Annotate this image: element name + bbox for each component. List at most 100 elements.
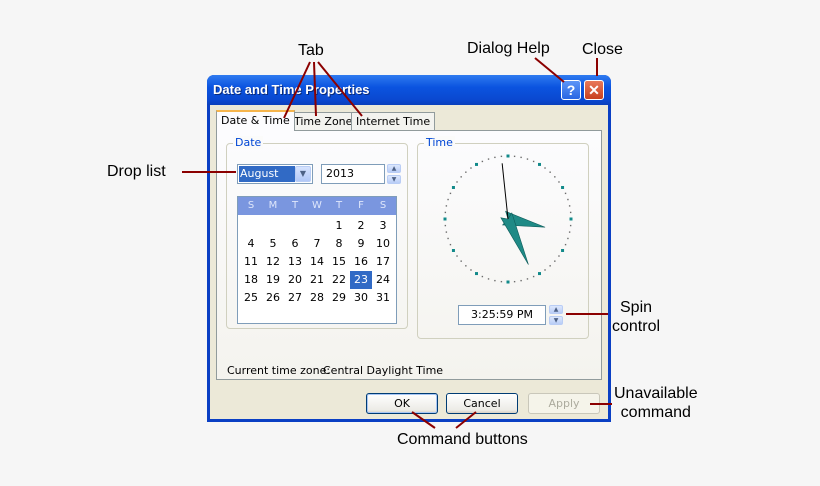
calendar-day[interactable]: 31 <box>372 289 394 307</box>
calendar-day[interactable]: 9 <box>350 235 372 253</box>
calendar-day[interactable]: 18 <box>240 271 262 289</box>
calendar-day[interactable]: 21 <box>306 271 328 289</box>
clock-minute-mark <box>465 265 467 267</box>
clock-minute-mark <box>500 155 503 158</box>
time-group-label: Time <box>424 136 455 149</box>
weekday-header-cell: T <box>291 200 299 211</box>
clock-minute-mark <box>445 231 448 233</box>
clock-hour-mark <box>561 249 565 252</box>
title-bar[interactable]: Date and Time Properties ? ✕ <box>207 75 611 105</box>
calendar-day[interactable]: 15 <box>328 253 350 271</box>
calendar-day[interactable]: 11 <box>240 253 262 271</box>
calendar-day[interactable]: 10 <box>372 235 394 253</box>
callout-unavailable-line1: Unavailable <box>614 385 698 402</box>
weekday-header-cell: M <box>268 200 278 211</box>
clock-minute-mark <box>487 278 490 280</box>
callout-spin-control: Spin control <box>612 298 660 336</box>
spin-down-icon[interactable]: ▼ <box>387 175 401 184</box>
date-group-label: Date <box>233 136 264 149</box>
month-selected-value: August <box>239 166 295 182</box>
tab-panel-date-time: Date August ▼ 2013 ▲ ▼ SMTWTFS 123456789… <box>216 130 602 380</box>
time-input[interactable]: 3:25:59 PM <box>458 305 546 325</box>
calendar-day[interactable]: 8 <box>328 235 350 253</box>
calendar-day-selected[interactable]: 23 <box>350 271 372 289</box>
clock-minute-mark <box>460 176 462 178</box>
calendar-day[interactable]: 25 <box>240 289 262 307</box>
clock-minute-mark <box>481 160 484 163</box>
weekday-header-cell: W <box>312 200 322 211</box>
chevron-down-icon[interactable]: ▼ <box>295 166 311 182</box>
clock-minute-mark <box>544 269 546 271</box>
calendar-day[interactable]: 28 <box>306 289 328 307</box>
callout-unavailable-command: Unavailable command <box>614 384 698 422</box>
calendar-day[interactable]: 22 <box>328 271 350 289</box>
clock-minute-mark <box>470 269 472 271</box>
help-button[interactable]: ? <box>561 80 581 100</box>
analog-clock <box>438 149 578 289</box>
spin-up-icon[interactable]: ▲ <box>387 164 401 173</box>
month-calendar[interactable]: SMTWTFS 1 2 3 4 5 6 7 8 9 10 11 12 13 14 15 16 17 18 19 20 2… <box>237 196 397 324</box>
ok-button[interactable]: OK <box>366 393 438 414</box>
time-group: Time 3:25:59 PM ▲ ▼ <box>417 136 589 339</box>
tab-internet-time[interactable]: Internet Time <box>351 112 436 131</box>
clock-hour-mark <box>443 217 447 221</box>
calendar-day[interactable]: 12 <box>262 253 284 271</box>
date-group: Date August ▼ 2013 ▲ ▼ SMTWTFS 123456789… <box>226 136 408 329</box>
calendar-day[interactable]: 2 <box>350 217 372 235</box>
spin-up-icon[interactable]: ▲ <box>549 305 563 314</box>
tab-time-zone[interactable]: Time Zone <box>289 112 358 131</box>
calendar-day[interactable]: 14 <box>306 253 328 271</box>
spin-down-icon[interactable]: ▼ <box>549 316 563 325</box>
clock-hour-mark <box>475 272 478 276</box>
cancel-button[interactable]: Cancel <box>446 393 518 414</box>
calendar-day[interactable]: 26 <box>262 289 284 307</box>
calendar-day[interactable]: 17 <box>372 253 394 271</box>
clock-minute-mark <box>487 158 490 160</box>
tab-date-time[interactable]: Date & Time <box>216 110 295 131</box>
calendar-day[interactable]: 3 <box>372 217 394 235</box>
clock-hour-mark <box>506 280 510 284</box>
calendar-day[interactable]: 30 <box>350 289 372 307</box>
calendar-day[interactable]: 29 <box>328 289 350 307</box>
close-button[interactable]: ✕ <box>584 80 604 100</box>
clock-minute-mark <box>558 255 560 257</box>
calendar-day[interactable]: 20 <box>284 271 306 289</box>
calendar-day[interactable]: 6 <box>284 235 306 253</box>
callout-unavailable-line2: command <box>620 404 691 421</box>
clock-hour-mark <box>451 186 455 189</box>
callout-dialog-help: Dialog Help <box>467 40 550 57</box>
calendar-day[interactable]: 5 <box>262 235 284 253</box>
clock-minute-mark <box>456 255 458 257</box>
weekday-header-cell: F <box>358 200 364 211</box>
calendar-day[interactable]: 19 <box>262 271 284 289</box>
clock-minute-mark <box>567 237 569 240</box>
clock-minute-mark <box>460 260 462 262</box>
clock-minute-mark <box>444 211 447 214</box>
clock-minute-mark <box>554 260 556 262</box>
month-dropdown[interactable]: August ▼ <box>237 164 313 184</box>
clock-minute-mark <box>447 198 449 201</box>
clock-minute-mark <box>569 224 572 227</box>
calendar-day[interactable]: 4 <box>240 235 262 253</box>
year-spinner[interactable]: ▲ ▼ <box>387 164 401 184</box>
calendar-day[interactable]: 1 <box>328 217 350 235</box>
callout-drop-list: Drop list <box>107 163 166 180</box>
calendar-day[interactable]: 16 <box>350 253 372 271</box>
callout-command-buttons: Command buttons <box>397 431 528 448</box>
calendar-day[interactable]: 13 <box>284 253 306 271</box>
clock-minute-mark <box>532 160 535 163</box>
clock-minute-mark <box>481 275 484 278</box>
calendar-day[interactable]: 24 <box>372 271 394 289</box>
calendar-weekday-header: SMTWTFS <box>238 197 396 215</box>
year-input[interactable]: 2013 <box>321 164 385 184</box>
time-spinner[interactable]: ▲ ▼ <box>549 305 563 325</box>
clock-minute-mark <box>569 211 572 214</box>
calendar-day[interactable]: 27 <box>284 289 306 307</box>
window-title: Date and Time Properties <box>213 82 370 97</box>
calendar-day[interactable]: 7 <box>306 235 328 253</box>
clock-minute-mark <box>449 192 452 195</box>
clock-minute-mark <box>513 280 516 283</box>
clock-hour-mark <box>475 162 478 166</box>
clock-hour-mark <box>569 217 573 221</box>
weekday-header-cell: T <box>335 200 343 211</box>
